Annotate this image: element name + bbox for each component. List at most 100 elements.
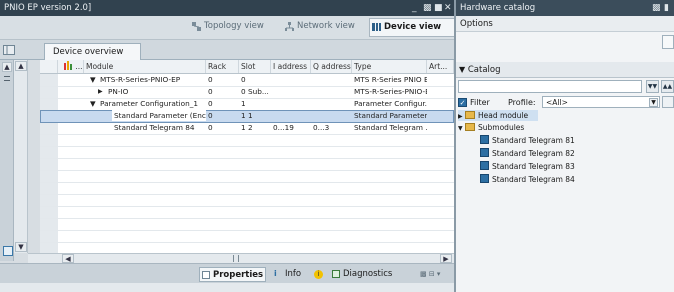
- scroll-right-icon[interactable]: ▶: [440, 254, 452, 263]
- tree-collapse-icon[interactable]: ▼: [458, 125, 463, 132]
- tree-item-label: Standard Telegram 84: [492, 175, 575, 184]
- close-icon[interactable]: ✕: [444, 0, 452, 16]
- menu-icon[interactable]: [4, 76, 10, 81]
- network-view-label: Network view: [297, 21, 355, 31]
- scroll-left-icon[interactable]: ◀: [62, 254, 74, 263]
- slot-cell: 0 Sub...: [241, 87, 269, 96]
- i-address-cell: [271, 110, 311, 121]
- device-small-icon[interactable]: [3, 246, 13, 256]
- folder-icon: [465, 111, 476, 119]
- rack-cell: 0: [208, 99, 213, 108]
- maximize-icon[interactable]: ■: [434, 0, 443, 16]
- row-expand-icon[interactable]: ▼: [88, 98, 98, 109]
- horizontal-scrollbar[interactable]: ◀ ▶: [28, 253, 454, 263]
- search-up-icon[interactable]: ▲▲: [661, 80, 674, 93]
- rack-cell: 0: [208, 123, 213, 132]
- module-cell: Standard Parameter (Enc...: [112, 110, 206, 121]
- profile-select-value: <All>: [546, 98, 568, 107]
- module-cell: Standard Telegram 84: [114, 123, 195, 132]
- header-i-address[interactable]: I address: [271, 60, 311, 73]
- tab-diagnostics[interactable]: Diagnostics: [330, 267, 408, 282]
- q-address-cell: [311, 110, 352, 121]
- filter-label: Filter: [470, 98, 490, 107]
- header-module[interactable]: Module: [84, 60, 206, 73]
- vertical-scrollbar[interactable]: ▲ ▼: [14, 60, 28, 253]
- tree-expand-icon[interactable]: ▶: [458, 113, 463, 120]
- catalog-section-header[interactable]: ▼ Catalog: [456, 62, 674, 78]
- header-rack[interactable]: Rack: [206, 60, 239, 73]
- catalog-section-label: Catalog: [467, 65, 501, 75]
- tree-item-head-module[interactable]: ▶ Head module: [458, 110, 538, 121]
- module-icon: [480, 174, 489, 183]
- header-type[interactable]: Type: [352, 60, 427, 73]
- tree-item-label: Standard Telegram 83: [492, 162, 575, 171]
- status-strip: [0, 283, 454, 292]
- search-down-icon[interactable]: ▼▼: [646, 80, 659, 93]
- module-cell: PN-IO: [108, 87, 129, 96]
- catalog-title: Hardware catalog: [460, 3, 536, 13]
- tab-device-overview[interactable]: Device overview: [44, 43, 141, 60]
- type-cell: MTS-R-Series-PNIO-EP: [354, 87, 427, 96]
- tree-item-telegram-83[interactable]: Standard Telegram 83: [480, 161, 575, 172]
- rack-cell: 0: [208, 111, 213, 120]
- header-icon-column[interactable]: ...: [58, 60, 84, 73]
- topology-view-button[interactable]: Topology view: [190, 19, 284, 34]
- i-address-cell: [271, 86, 311, 97]
- scroll-down-icon[interactable]: ▼: [15, 242, 27, 252]
- window-title: PNIO EP version 2.0]: [4, 3, 92, 13]
- row-expand-icon[interactable]: ▶: [96, 86, 106, 97]
- header-slot[interactable]: Slot: [239, 60, 271, 73]
- tree-item-telegram-82[interactable]: Standard Telegram 82: [480, 148, 575, 159]
- header-q-address[interactable]: Q address: [311, 60, 352, 73]
- module-cell: Parameter Configuration_1: [100, 99, 199, 108]
- module-icon: [480, 148, 489, 157]
- module-icon: [480, 161, 489, 170]
- catalog-float-icon[interactable]: ▩: [652, 0, 661, 16]
- window-title-bar: PNIO EP version 2.0] _ ▩ ■ ✕: [0, 0, 454, 16]
- header-article[interactable]: Art...: [427, 60, 454, 73]
- tree-item-telegram-81[interactable]: Standard Telegram 81: [480, 135, 575, 146]
- slot-cell: 1: [241, 99, 246, 108]
- profile-select[interactable]: <All> ▼: [542, 96, 660, 108]
- properties-icon: [202, 271, 210, 279]
- catalog-pin-icon[interactable]: ▮: [664, 0, 669, 16]
- type-cell: Parameter Configur...: [354, 99, 427, 108]
- tree-item-telegram-84[interactable]: Standard Telegram 84: [480, 174, 575, 185]
- collapse-icon[interactable]: ▲: [2, 62, 12, 72]
- device-view-button[interactable]: Device view: [369, 18, 459, 37]
- scroll-thumb-grip[interactable]: [233, 255, 239, 262]
- tab-properties[interactable]: Properties: [199, 267, 266, 282]
- minimize-icon[interactable]: _: [412, 0, 417, 16]
- options-header[interactable]: Options: [456, 16, 674, 32]
- scroll-up-icon[interactable]: ▲: [15, 61, 27, 71]
- filter-checkbox[interactable]: ✓: [458, 98, 467, 107]
- tree-item-label: Head module: [478, 111, 529, 120]
- rack-cell: 0: [208, 87, 213, 96]
- tab-properties-label: Properties: [213, 270, 264, 280]
- tab-info-label: Info: [285, 269, 302, 279]
- catalog-search-input[interactable]: [458, 80, 642, 93]
- q-address-cell: 0...3: [313, 123, 330, 132]
- tab-info[interactable]: i Info i: [272, 267, 324, 282]
- catalog-panel: Options ▼ Catalog ▼▼ ▲▲ ✓ Filter Profile…: [456, 16, 674, 292]
- panel-controls-icon[interactable]: ▩ ⊟ ▾: [420, 270, 448, 278]
- q-address-cell: [311, 74, 352, 85]
- header-filler: [40, 60, 58, 73]
- diagnostics-icon: [332, 270, 340, 278]
- tree-item-submodules[interactable]: ▼ Submodules: [458, 122, 524, 133]
- tree-item-label: Submodules: [478, 123, 525, 132]
- tree-item-label: Standard Telegram 81: [492, 136, 575, 145]
- module-cell: MTS-R-Series-PNIO-EP: [100, 75, 181, 84]
- i-address-cell: [271, 98, 311, 109]
- slot-cell: 1 2: [241, 123, 253, 132]
- network-view-button[interactable]: Network view: [283, 19, 377, 34]
- module-icon: [480, 135, 489, 144]
- type-cell: MTS R-Series PNIO E...: [354, 75, 427, 84]
- profile-settings-icon[interactable]: [662, 96, 674, 108]
- inspector-tabs: Properties i Info i Diagnostics ▩ ⊟ ▾: [0, 263, 454, 283]
- chevron-down-icon[interactable]: ▼: [649, 98, 658, 107]
- q-address-cell: [311, 98, 352, 109]
- options-side-button[interactable]: [662, 35, 674, 49]
- restore-icon[interactable]: ▩: [423, 0, 432, 16]
- overview-toggle-icon[interactable]: [3, 45, 15, 55]
